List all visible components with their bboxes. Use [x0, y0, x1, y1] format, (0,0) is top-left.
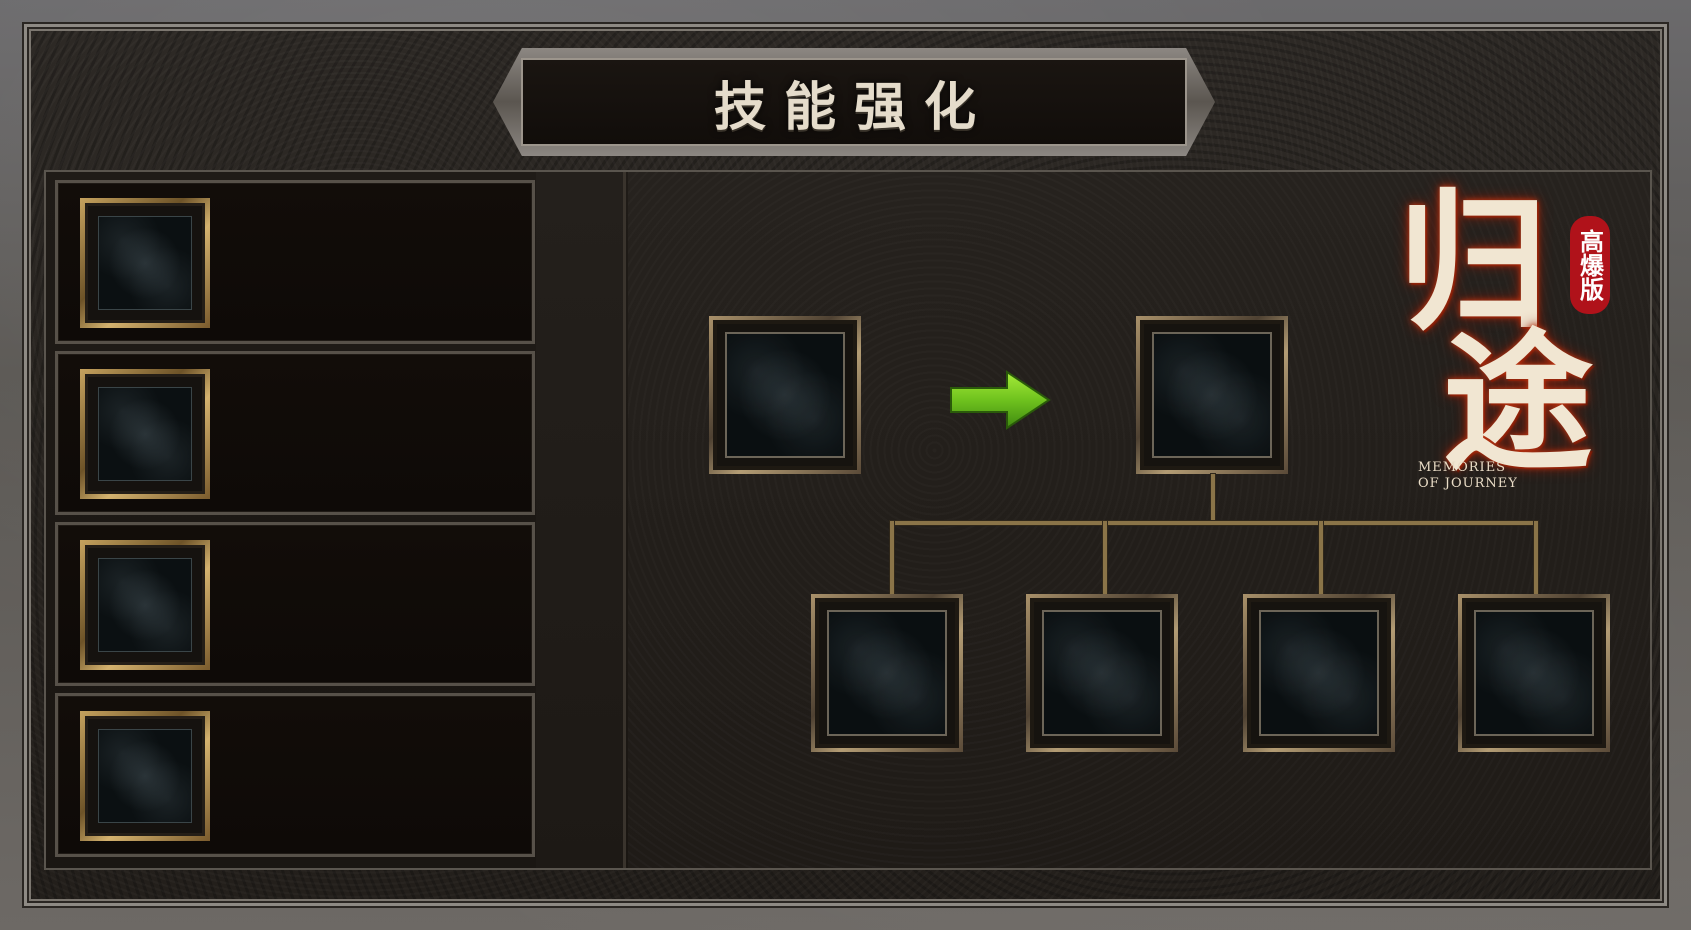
logo-char: 途: [1443, 315, 1594, 491]
empty-skill-slot-icon: [1041, 609, 1163, 737]
empty-skill-slot-icon: [826, 609, 948, 737]
skill-list-item[interactable]: [55, 693, 535, 857]
empty-skill-slot-icon: [1151, 331, 1273, 459]
empty-skill-slot-icon: [1473, 609, 1595, 737]
logo-english: MEMORIES OF JOURNEY: [1418, 460, 1518, 491]
empty-skill-slot-icon[interactable]: [80, 369, 210, 499]
tree-connector: [890, 521, 1538, 525]
empty-skill-slot-icon: [724, 331, 846, 459]
panel-divider: [536, 172, 626, 868]
green-arrow-right-icon: [950, 370, 1051, 430]
tree-connector: [890, 521, 894, 596]
upgraded-skill-slot[interactable]: [1136, 316, 1288, 474]
skill-list-item[interactable]: [55, 351, 535, 515]
tree-connector: [1319, 521, 1323, 596]
branch-skill-slot[interactable]: [1458, 594, 1610, 752]
skill-list-item[interactable]: [55, 180, 535, 344]
branch-skill-slot[interactable]: [811, 594, 963, 752]
empty-skill-slot-icon: [1258, 609, 1380, 737]
page-title: 技能强化: [713, 77, 994, 138]
empty-skill-slot-icon[interactable]: [80, 540, 210, 670]
tree-connector: [1534, 521, 1538, 596]
skill-list: [55, 180, 535, 866]
branch-skill-slot[interactable]: [1026, 594, 1178, 752]
empty-skill-slot-icon[interactable]: [80, 198, 210, 328]
logo-badge: 高爆版: [1570, 216, 1610, 314]
skill-list-item[interactable]: [55, 522, 535, 686]
branch-skill-slot[interactable]: [1243, 594, 1395, 752]
tree-connector: [1103, 521, 1107, 596]
title-plaque: 技能强化: [493, 48, 1215, 156]
current-skill-slot[interactable]: [709, 316, 861, 474]
game-logo: 归 途 高爆版 MEMORIES OF JOURNEY: [1388, 178, 1640, 498]
tree-connector: [1211, 474, 1215, 524]
empty-skill-slot-icon[interactable]: [80, 711, 210, 841]
